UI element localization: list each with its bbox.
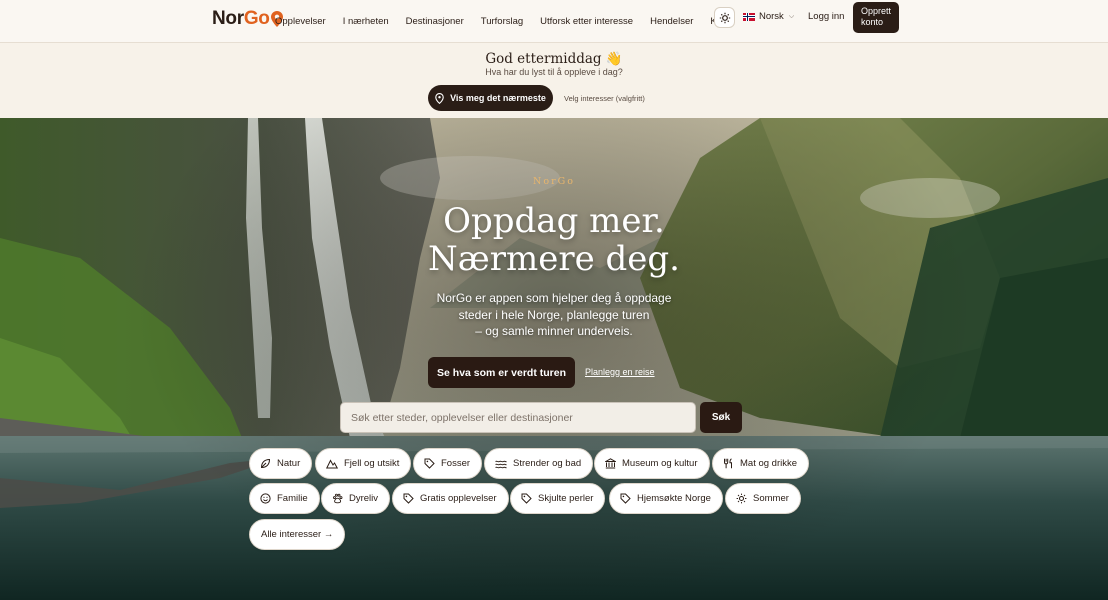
chip-label: Gratis opplevelser [420,493,497,504]
chip-label: Museum og kultur [622,458,698,469]
signup-label-line1: Opprett [861,6,892,16]
choose-interests-link[interactable]: Velg interesser (valgfritt) [564,94,645,103]
signup-button[interactable]: Opprett konto [853,2,899,33]
sun-moon-icon [719,12,730,23]
chip-fjell-og-utsikt[interactable]: Fjell og utsikt [315,448,412,479]
leaf-icon [260,458,271,469]
chip-label: Skjulte perler [538,493,594,504]
search-input[interactable] [340,402,696,433]
chip-gratis-opplevelser[interactable]: Gratis opplevelser [392,483,509,514]
location-pin-icon [435,92,444,104]
greeting-subtitle: Hva har du lyst til å oppleve i dag? [485,67,623,77]
show-nearest-button[interactable]: Vis meg det nærmeste [428,85,553,111]
tag-icon [521,493,532,504]
nav-link-turforslag[interactable]: Turforslag [481,16,523,27]
mountain-icon [326,459,338,469]
nav-link-destinasjoner[interactable]: Destinasjoner [406,16,464,27]
top-navigation: Nor Go Opplevelser I nærheten Destinasjon… [0,0,1108,43]
chip-hjemsokte-norge[interactable]: Hjemsøkte Norge [609,483,723,514]
chip-mat-og-drikke[interactable]: Mat og drikke [712,448,810,479]
chip-sommer[interactable]: Sommer [725,483,801,514]
smile-icon [260,493,271,504]
chip-label: Sommer [753,493,789,504]
chip-dyreliv[interactable]: Dyreliv [321,483,391,514]
hero-section: NorGo Oppdag mer. Nærmere deg. NorGo er … [0,118,1108,600]
tag-icon [424,458,435,469]
hero-brand-label: NorGo [533,176,575,187]
norway-flag-icon [743,12,755,21]
chip-museum-og-kultur[interactable]: Museum og kultur [594,448,710,479]
headline-line-1: Oppdag mer. [443,201,665,241]
search-button[interactable]: Søk [700,402,742,433]
language-label: Norsk [759,11,784,22]
chip-label: Hjemsøkte Norge [637,493,711,504]
theme-toggle-button[interactable] [714,7,735,28]
nav-links: Opplevelser I nærheten Destinasjoner Tur… [275,0,745,43]
all-interests-button[interactable]: Alle interesser → [249,519,346,550]
sun-icon [736,493,747,504]
see-worth-trip-button[interactable]: Se hva som er verdt turen [428,357,575,388]
chevron-down-icon: ⌵ [788,12,795,20]
language-selector[interactable]: Norsk ⌵ [743,0,794,33]
tag-icon [403,493,414,504]
chip-label: Familie [277,493,308,504]
description-line-2: steder i hele Norge, planlegge turen [458,307,650,322]
login-link[interactable]: Logg inn [808,0,844,33]
hero-description: NorGo er appen som hjelper deg å oppdage… [404,290,704,340]
greeting-section: God ettermiddag 👋 Hva har du lyst til å … [0,43,1108,118]
show-nearest-label: Vis meg det nærmeste [450,93,546,103]
paw-icon [332,493,343,504]
nav-link-opplevelser[interactable]: Opplevelser [275,16,326,27]
tag-icon [620,493,631,504]
chip-label: Mat og drikke [740,458,798,469]
chip-label: Natur [277,458,301,469]
description-line-3: – og samle minner underveis. [475,324,633,338]
chip-label: Strender og bad [513,458,582,469]
chip-fosser[interactable]: Fosser [413,448,483,479]
plan-trip-link[interactable]: Planlegg en reise [585,367,655,377]
description-line-1: NorGo er appen som hjelper deg å oppdage [436,291,672,305]
nav-link-utforsk-etter-interesse[interactable]: Utforsk etter interesse [540,16,633,27]
waves-icon [495,460,507,468]
chip-label: Fosser [441,458,471,469]
chip-skjulte-perler[interactable]: Skjulte perler [510,483,606,514]
chip-natur[interactable]: Natur [249,448,313,479]
signup-label-line2: konto [861,17,884,27]
logo[interactable]: Nor Go [212,8,283,30]
chip-strender-og-bad[interactable]: Strender og bad [484,448,594,479]
headline-line-2: Nærmere deg. [428,239,680,279]
chip-label: Dyreliv [349,493,379,504]
logo-text-go: Go [243,8,270,29]
nav-link-i-naerheten[interactable]: I nærheten [343,16,389,27]
chip-familie[interactable]: Familie [249,483,320,514]
logo-text-nor: Nor [212,8,244,29]
greeting-title: God ettermiddag 👋 [485,51,623,67]
hero-headline: Oppdag mer. Nærmere deg. [0,202,1108,278]
nav-link-hendelser[interactable]: Hendelser [650,16,693,27]
utensils-icon [724,458,732,469]
chip-label: Fjell og utsikt [344,458,400,469]
museum-icon [605,458,616,469]
